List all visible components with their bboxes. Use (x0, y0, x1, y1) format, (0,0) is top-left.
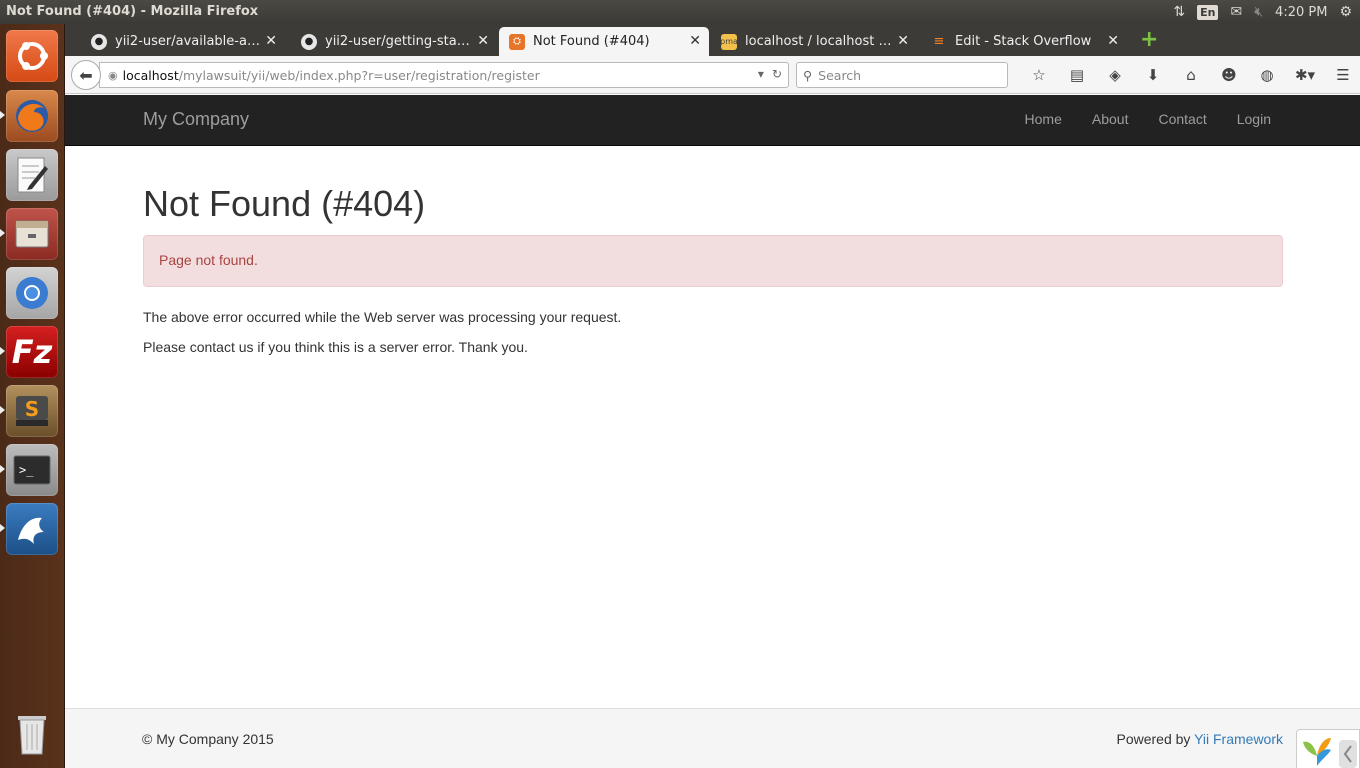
yii-logo-icon (1303, 738, 1357, 768)
url-path: /mylawsuit/yii/web/index.php?r=user/regi… (178, 67, 540, 83)
powered-by-text: Powered by (1116, 731, 1195, 747)
window-title: Not Found (#404) - Mozilla Firefox (6, 4, 259, 19)
github-icon: ● (301, 33, 317, 50)
tab-stack-overflow[interactable]: ≡ Edit - Stack Overflow ✕ (921, 27, 1127, 56)
gear-icon[interactable]: ⚙ (1339, 4, 1352, 20)
error-description: The above error occurred while the Web s… (143, 309, 622, 325)
copyright-text: © My Company 2015 (142, 731, 274, 747)
bookmarks-list-icon[interactable]: ▤ (1058, 64, 1096, 86)
chromium-icon[interactable] (6, 267, 58, 319)
nav-login-link[interactable]: Login (1222, 95, 1286, 145)
new-tab-button[interactable]: + (1140, 29, 1158, 51)
search-placeholder: Search (818, 67, 862, 83)
search-input[interactable]: ⚲ Search (796, 62, 1008, 88)
svg-text:S: S (25, 397, 39, 421)
close-tab-icon[interactable]: ✕ (265, 33, 277, 49)
tab-label: localhost / localhost / … (745, 34, 895, 49)
yii-debug-toolbar-toggle[interactable] (1296, 729, 1360, 768)
stackoverflow-icon: ≡ (933, 34, 945, 49)
chat-icon[interactable]: ☻ (1210, 64, 1248, 86)
menu-hamburger-icon[interactable]: ☰ (1324, 64, 1360, 86)
toolbar-icons: ☆ ▤ ◈ ⬇ ⌂ ☻ ◍ ✱▾ ☰ (1020, 64, 1360, 86)
pocket-icon[interactable]: ◈ (1096, 64, 1134, 86)
contact-note: Please contact us if you think this is a… (143, 339, 528, 355)
url-bar[interactable]: ◉ localhost/mylawsuit/yii/web/index.php?… (99, 62, 789, 88)
site-footer: © My Company 2015 Powered by Yii Framewo… (65, 708, 1360, 768)
tab-label: Not Found (#404) (533, 34, 650, 49)
url-dropdown-icon[interactable]: ▾ (758, 67, 764, 81)
site-navbar: My Company Home About Contact Login (65, 95, 1360, 146)
powered-by: Powered by Yii Framework (1116, 731, 1283, 747)
sublime-text-icon[interactable]: S (6, 385, 58, 437)
bookmark-star-icon[interactable]: ☆ (1020, 64, 1058, 86)
svg-text:>_: >_ (19, 463, 34, 477)
close-tab-icon[interactable]: ✕ (1107, 33, 1119, 49)
tab-strip: ● yii2-user/available-actio… ✕ ● yii2-us… (65, 24, 1360, 56)
globe-icon[interactable]: ◉ (108, 69, 118, 82)
network-transfer-icon[interactable]: ⇅ (1173, 4, 1185, 20)
site-brand[interactable]: My Company (143, 109, 249, 130)
page-title: Not Found (#404) (143, 183, 426, 224)
tab-yii2-user-available-actions[interactable]: ● yii2-user/available-actio… ✕ (81, 27, 285, 56)
site-menu: Home About Contact Login (1010, 95, 1286, 145)
tab-phpmyadmin[interactable]: pma localhost / localhost / … ✕ (711, 27, 917, 56)
tab-label: yii2-user/available-actio… (115, 34, 265, 49)
filezilla-icon[interactable]: Fz (6, 326, 58, 378)
system-top-panel: Not Found (#404) - Mozilla Firefox ⇅ En … (0, 0, 1360, 24)
home-icon[interactable]: ⌂ (1172, 64, 1210, 86)
tab-yii2-user-getting-started[interactable]: ● yii2-user/getting-starte… ✕ (291, 27, 497, 56)
tab-not-found[interactable]: ⛭ Not Found (#404) ✕ (499, 27, 709, 56)
navigation-toolbar: ◉ localhost/mylawsuit/yii/web/index.php?… (65, 56, 1360, 94)
nav-home-link[interactable]: Home (1010, 95, 1077, 145)
color-picker-icon[interactable]: ◍ (1248, 64, 1286, 86)
firefox-icon[interactable] (6, 90, 58, 142)
nav-about-link[interactable]: About (1077, 95, 1144, 145)
close-tab-icon[interactable]: ✕ (477, 33, 489, 49)
keyboard-layout-indicator[interactable]: En (1197, 4, 1219, 20)
ubuntu-dash-icon[interactable] (6, 30, 58, 82)
close-tab-icon[interactable]: ✕ (689, 33, 701, 49)
main-content: Not Found (#404) Page not found. The abo… (143, 146, 1283, 357)
tab-label: yii2-user/getting-starte… (325, 34, 475, 49)
nav-contact-link[interactable]: Contact (1143, 95, 1221, 145)
files-icon[interactable] (6, 208, 58, 260)
yii-icon: ⛭ (509, 33, 525, 50)
system-tray: ⇅ En ✉ 🔇︎ 4:20 PM ⚙ (1173, 0, 1352, 24)
url-host: localhost (122, 67, 179, 83)
clock[interactable]: 4:20 PM (1275, 5, 1327, 20)
trash-icon[interactable] (6, 708, 58, 760)
yii-framework-link[interactable]: Yii Framework (1194, 731, 1283, 747)
text-editor-icon[interactable] (6, 149, 58, 201)
search-icon: ⚲ (803, 67, 813, 83)
github-icon: ● (91, 33, 107, 50)
volume-muted-icon[interactable]: 🔇︎ (1254, 4, 1263, 20)
back-arrow-icon: ⬅ (79, 65, 93, 85)
close-tab-icon[interactable]: ✕ (897, 33, 909, 49)
error-alert: Page not found. (143, 235, 1283, 287)
terminal-icon[interactable]: >_ (6, 444, 58, 496)
reload-icon[interactable]: ↻ (772, 67, 782, 81)
tab-label: Edit - Stack Overflow (955, 34, 1092, 49)
mail-icon[interactable]: ✉ (1230, 4, 1242, 20)
unity-launcher: Fz S >_ (0, 24, 65, 768)
back-button[interactable]: ⬅ (71, 60, 101, 90)
extension-icon[interactable]: ✱▾ (1286, 64, 1324, 86)
phpmyadmin-icon: pma (720, 33, 738, 50)
downloads-icon[interactable]: ⬇ (1134, 64, 1172, 86)
mysql-workbench-icon[interactable] (6, 503, 58, 555)
